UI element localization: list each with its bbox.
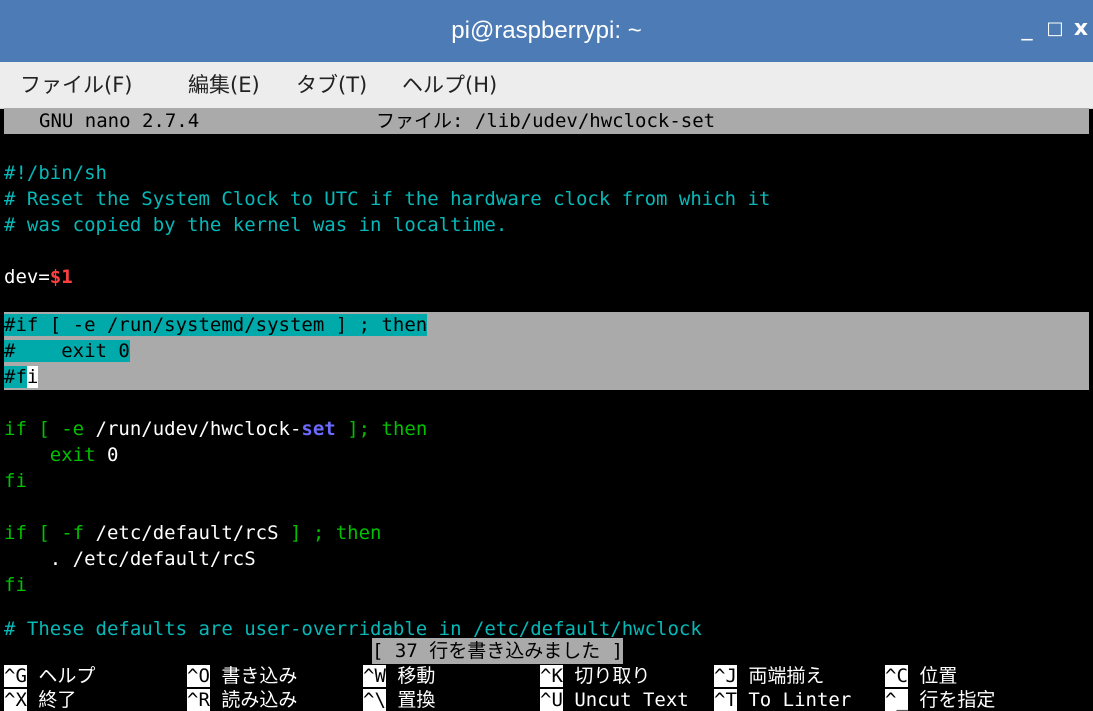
selected-line: #fi <box>4 364 1089 390</box>
shortcut-go-to-line[interactable]: ^_ 行を指定 <box>885 687 995 711</box>
code-line: if [ -e /run/udev/hwclock-set ]; then <box>4 418 428 440</box>
close-button[interactable]: x <box>1068 14 1093 44</box>
window-title: pi@raspberrypi: ~ <box>451 17 642 44</box>
shortcut-position[interactable]: ^C 位置 <box>885 663 957 689</box>
shortcut-linter[interactable]: ^T To Linter <box>714 687 851 711</box>
minimize-button[interactable]: _ <box>1014 14 1040 44</box>
shortcut-cut[interactable]: ^K 切り取り <box>540 663 650 689</box>
shortcut-exit[interactable]: ^X 終了 <box>4 687 76 711</box>
shortcut-help[interactable]: ^G ヘルプ <box>4 663 95 689</box>
code-line: fi <box>4 574 27 596</box>
shortcut-uncut[interactable]: ^U Uncut Text <box>540 687 689 711</box>
menu-file[interactable]: ファイル(F) <box>20 62 132 108</box>
selected-line: # exit 0 <box>4 338 1089 364</box>
shortcut-justify[interactable]: ^J 両端揃え <box>714 663 824 689</box>
code-line: # Reset the System Clock to UTC if the h… <box>4 188 771 210</box>
code-line: fi <box>4 470 27 492</box>
shortcut-write-out[interactable]: ^O 書き込み <box>187 663 297 689</box>
window-titlebar[interactable]: pi@raspberrypi: ~ _ □ x <box>0 0 1093 62</box>
code-line: # was copied by the kernel was in localt… <box>4 214 508 236</box>
code-line: dev=$1 <box>4 266 73 288</box>
code-line: if [ -f /etc/default/rcS ] ; then <box>4 522 382 544</box>
nano-version: GNU nano 2.7.4 <box>39 110 200 132</box>
nano-file-name: ファイル: /lib/udev/hwclock-set <box>376 110 716 132</box>
menu-bar: ファイル(F) 編集(E) タブ(T) ヘルプ(H) <box>0 62 1093 109</box>
menu-help[interactable]: ヘルプ(H) <box>402 62 497 108</box>
menu-tabs[interactable]: タブ(T) <box>296 62 367 108</box>
shortcut-read-file[interactable]: ^R 読み込み <box>187 687 297 711</box>
code-line: #!/bin/sh <box>4 162 107 184</box>
terminal-area[interactable]: GNU nano 2.7.4 ファイル: /lib/udev/hwclock-s… <box>4 108 1089 711</box>
maximize-button[interactable]: □ <box>1042 14 1068 44</box>
status-message: [ 37 行を書き込みました ] <box>372 638 624 664</box>
text-cursor: i <box>26 366 39 388</box>
nano-title-bar: GNU nano 2.7.4 ファイル: /lib/udev/hwclock-s… <box>4 108 1089 134</box>
selected-line: #if [ -e /run/systemd/system ] ; then <box>4 312 1089 338</box>
shortcut-replace[interactable]: ^\ 置換 <box>363 687 435 711</box>
shortcut-where-is[interactable]: ^W 移動 <box>363 663 435 689</box>
code-line: exit 0 <box>4 444 119 466</box>
menu-edit[interactable]: 編集(E) <box>188 62 260 108</box>
code-line: . /etc/default/rcS <box>4 548 256 570</box>
